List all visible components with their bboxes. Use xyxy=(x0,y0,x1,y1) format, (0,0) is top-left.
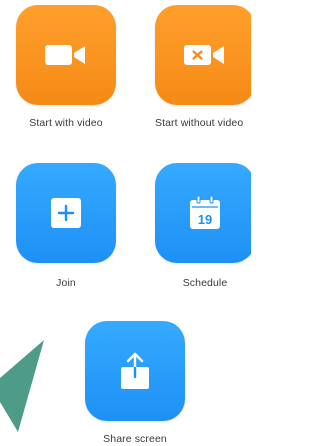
schedule-label: Schedule xyxy=(182,277,228,289)
calendar-day-text: 19 xyxy=(198,212,212,227)
start-with-video-button[interactable] xyxy=(16,5,116,105)
start-without-video-button[interactable] xyxy=(155,5,251,105)
zoom-home-actions: Start with video Start without video Joi… xyxy=(0,0,251,446)
plus-icon xyxy=(51,198,81,228)
video-camera-icon xyxy=(45,45,85,65)
share-screen-label: Share screen xyxy=(103,433,167,445)
join-button[interactable] xyxy=(16,163,116,263)
start-with-video-label: Start with video xyxy=(29,117,103,129)
pointer-arrow-shape xyxy=(0,340,44,432)
share-upload-icon xyxy=(121,352,149,389)
calendar-icon: 19 xyxy=(190,195,220,229)
schedule-button[interactable]: 19 xyxy=(155,163,251,263)
start-without-video-label: Start without video xyxy=(155,117,244,129)
share-screen-button[interactable] xyxy=(85,321,185,421)
video-camera-off-icon xyxy=(184,45,224,65)
join-label: Join xyxy=(56,277,76,289)
